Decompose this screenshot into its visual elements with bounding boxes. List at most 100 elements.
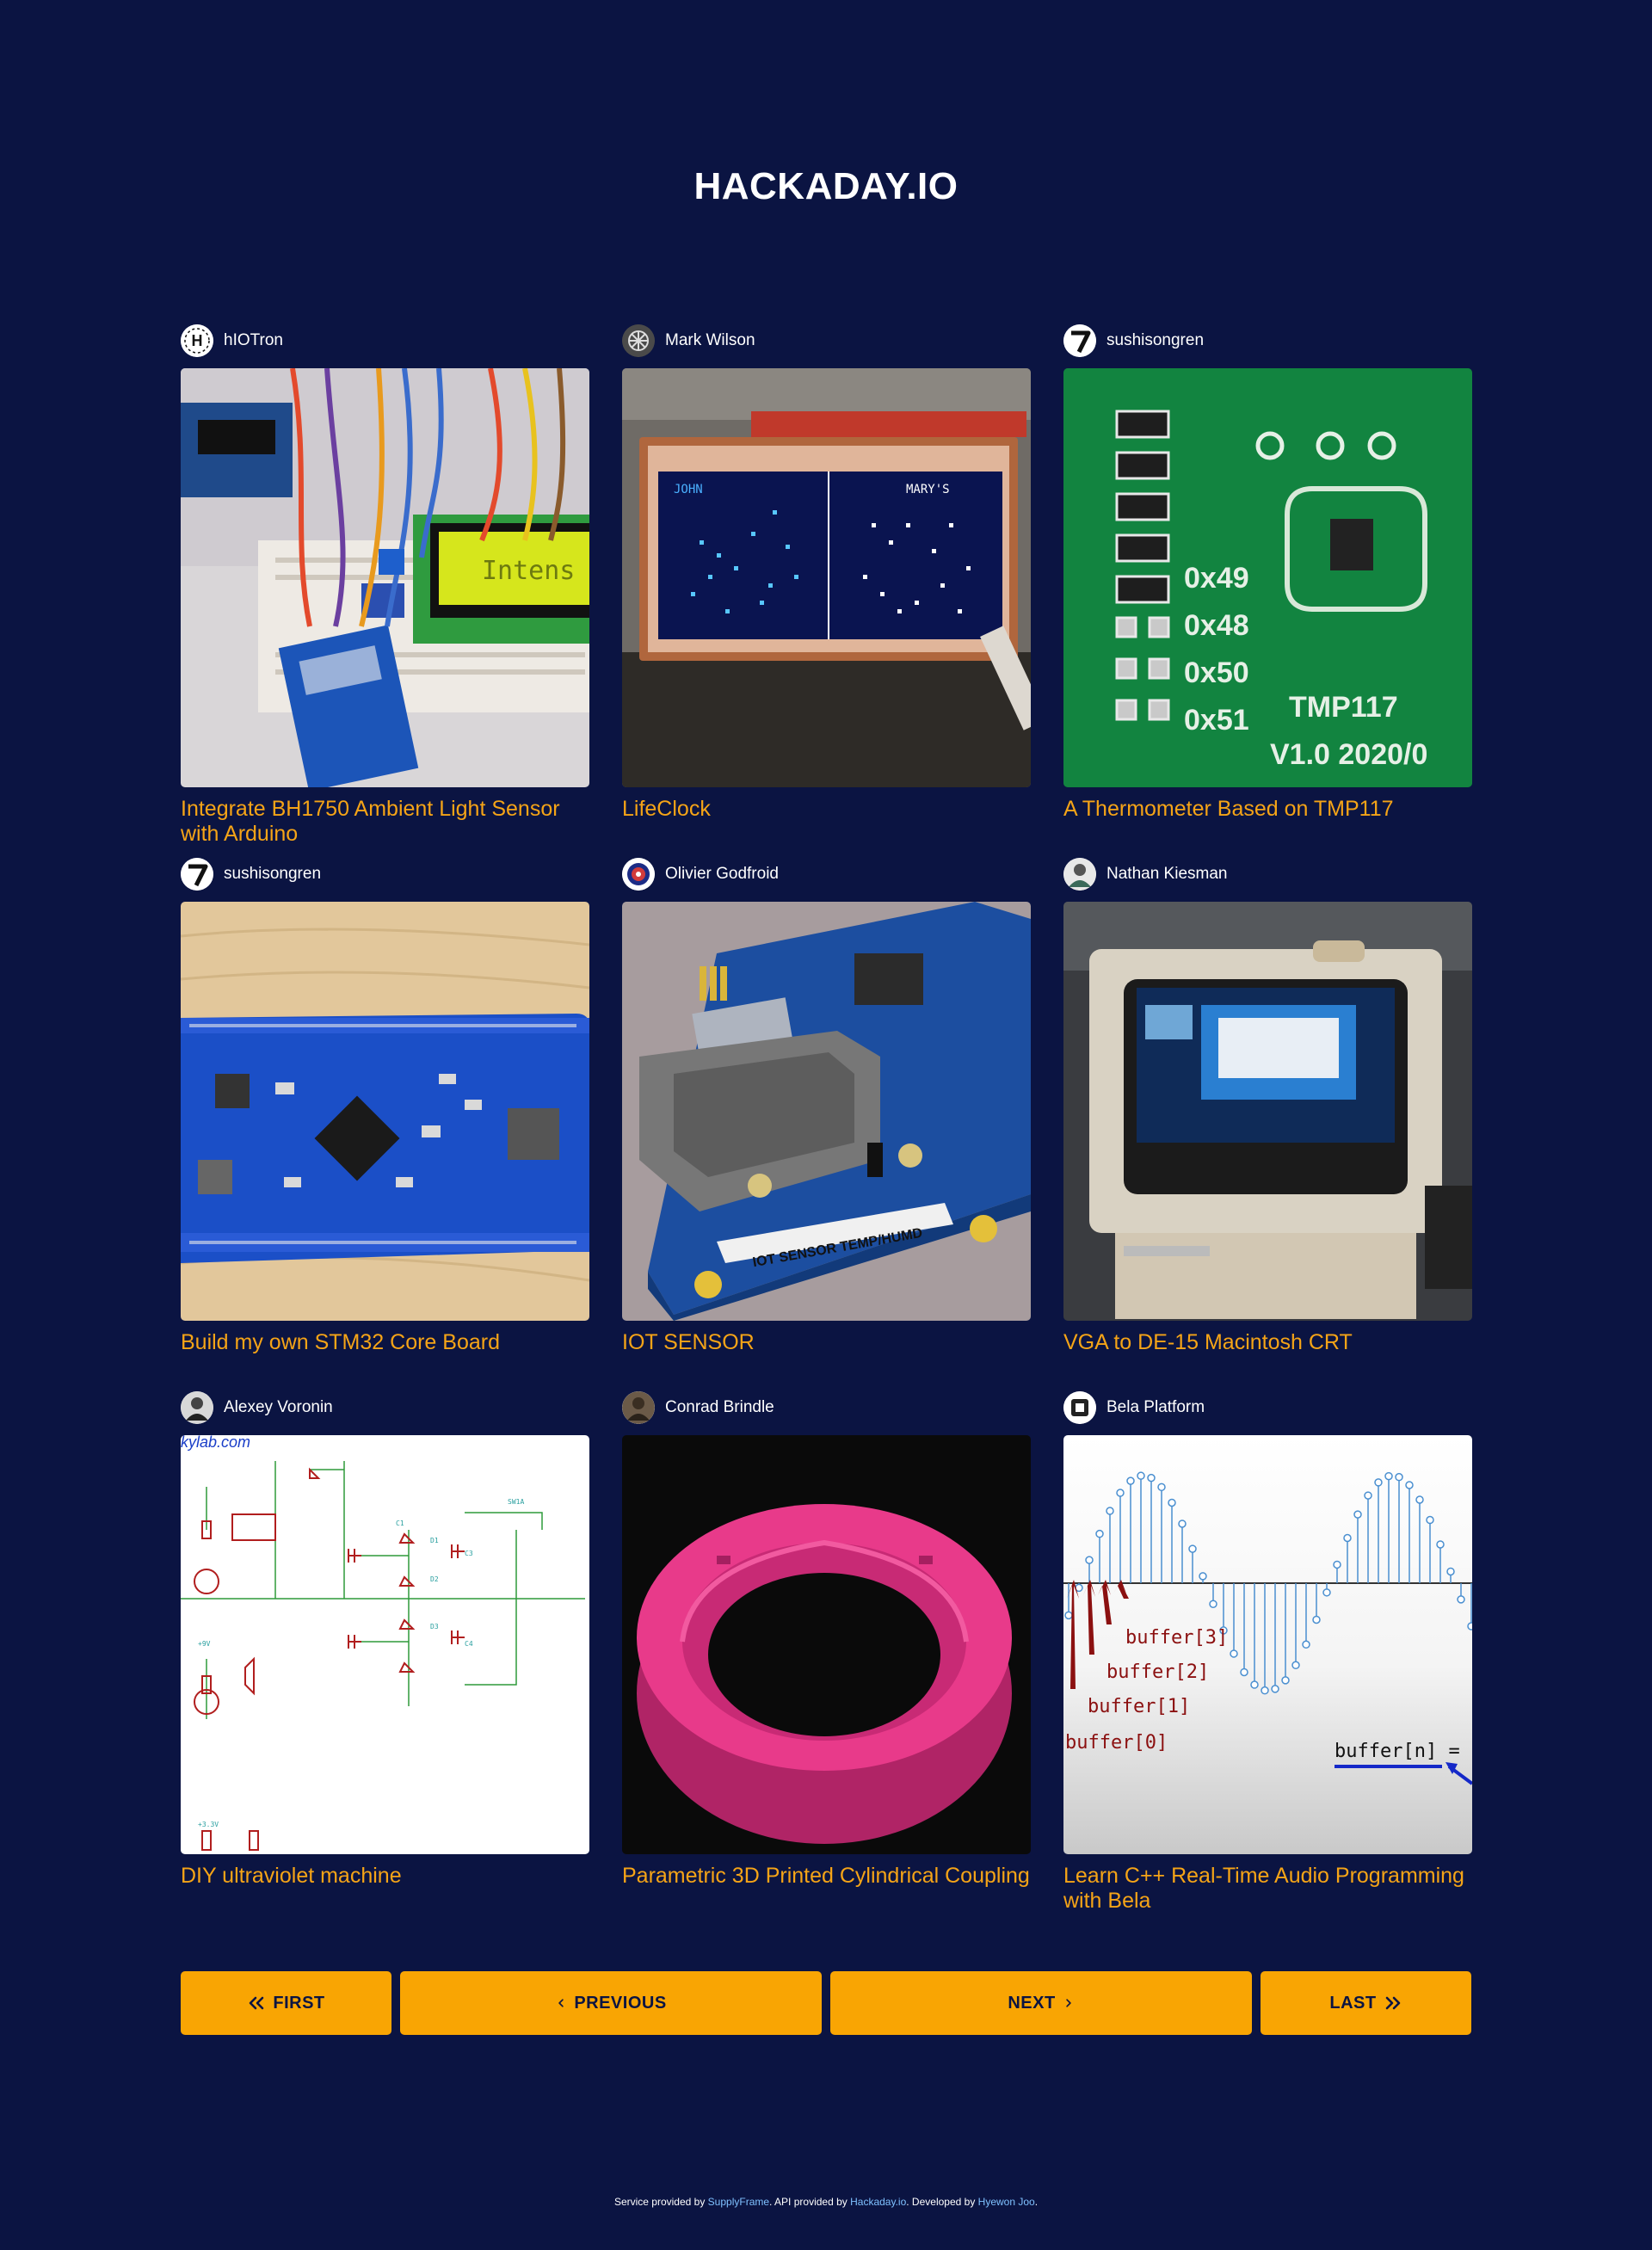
badge-avatar-icon (622, 858, 655, 891)
project-title-link[interactable]: DIY ultraviolet machine (181, 1864, 589, 1889)
project-card: Bela Platform buffer[3] buffer[2] buffer… (1063, 1390, 1472, 1924)
project-title-link[interactable]: A Thermometer Based on TMP117 (1063, 797, 1472, 822)
wave-sample-point (1457, 1595, 1465, 1604)
project-title-link[interactable]: Learn C++ Real-Time Audio Programming wi… (1063, 1864, 1472, 1914)
wave-sample-point (1230, 1649, 1238, 1658)
wave-sample-point (1467, 1622, 1472, 1630)
wave-sample-point (1261, 1686, 1269, 1695)
wave-sample-point (1147, 1473, 1156, 1483)
tmp-addr-2: 0x50 (1184, 657, 1249, 689)
developer-link[interactable]: Hyewon Joo (978, 2196, 1035, 2208)
author-name: Conrad Brindle (665, 1398, 774, 1416)
double-chevron-right-icon (1385, 1996, 1400, 2010)
svg-text:+9V: +9V (198, 1640, 211, 1648)
author-name: Bela Platform (1106, 1398, 1205, 1416)
lcd-text: Intens (482, 556, 575, 586)
previous-page-button[interactable]: PREVIOUS (400, 1971, 822, 2035)
supplyframe-link[interactable]: SupplyFrame (708, 2196, 769, 2208)
previous-label: PREVIOUS (574, 1993, 667, 2013)
project-thumbnail[interactable]: JOHN MARY'S (622, 368, 1031, 787)
h-logo-avatar-icon: H (181, 324, 213, 357)
author-row[interactable]: Mark Wilson (622, 324, 1031, 358)
footer-text: Service provided by (613, 2196, 708, 2208)
project-thumbnail[interactable] (1063, 902, 1472, 1321)
svg-text:SW1A: SW1A (508, 1498, 524, 1506)
project-card: Olivier Godfroid IOT SENSOR TEMP/HUMD IO… (622, 857, 1031, 1390)
wave-sample-point (1157, 1483, 1166, 1492)
first-label: FIRST (273, 1993, 325, 2013)
project-thumbnail[interactable]: kylab.com C1 D1 C3 D2 D3 C4 SW1A +9V +3.… (181, 1435, 589, 1854)
wave-sample-point (1405, 1481, 1414, 1489)
svg-text:C3: C3 (465, 1550, 473, 1557)
project-thumbnail[interactable]: 0x49 0x48 0x50 0x51 TMP117 V1.0 2020/0 (1063, 368, 1472, 787)
last-page-button[interactable]: LAST (1261, 1971, 1471, 2035)
wave-sample-point (1209, 1600, 1217, 1608)
person-avatar-icon (1063, 858, 1096, 891)
project-thumbnail[interactable] (181, 902, 589, 1321)
wave-sample-point (1116, 1489, 1125, 1497)
first-page-button[interactable]: FIRST (181, 1971, 391, 2035)
next-label: NEXT (1008, 1993, 1056, 2013)
project-card: Nathan Kiesman VGA to DE-15 Macintosh CR… (1063, 857, 1472, 1390)
project-thumbnail[interactable]: IOT SENSOR TEMP/HUMD (622, 902, 1031, 1321)
buffer-3-label: buffer[3] (1125, 1627, 1228, 1649)
wave-sample-point (1126, 1476, 1135, 1485)
chevron-right-icon (1065, 1999, 1071, 2007)
wave-sample-point (1384, 1471, 1393, 1481)
author-row[interactable]: sushisongren (1063, 324, 1472, 358)
svg-text:C1: C1 (396, 1520, 404, 1527)
clock-left-label: JOHN (674, 483, 703, 496)
author-row[interactable]: Bela Platform (1063, 1390, 1472, 1425)
last-label: LAST (1329, 1993, 1377, 2013)
next-page-button[interactable]: NEXT (830, 1971, 1252, 2035)
project-card: Mark Wilson JOHN MARY'S LifeClock (622, 324, 1031, 857)
wave-sample-point (1188, 1544, 1197, 1553)
project-title-link[interactable]: IOT SENSOR (622, 1330, 1031, 1355)
project-thumbnail[interactable] (622, 1435, 1031, 1854)
wave-sample-point (1064, 1611, 1073, 1620)
project-title-link[interactable]: Parametric 3D Printed Cylindrical Coupli… (622, 1864, 1031, 1889)
page-title: HACKADAY.IO (693, 165, 959, 207)
author-name: Nathan Kiesman (1106, 865, 1228, 883)
wave-sample-point (1322, 1588, 1331, 1597)
author-row[interactable]: Olivier Godfroid (622, 857, 1031, 891)
project-title-link[interactable]: VGA to DE-15 Macintosh CRT (1063, 1330, 1472, 1355)
footer: Service provided by SupplyFrame. API pro… (0, 2196, 1652, 2208)
author-row[interactable]: Alexey Voronin (181, 1390, 589, 1425)
author-row[interactable]: H hIOTron (181, 324, 589, 358)
author-row[interactable]: Nathan Kiesman (1063, 857, 1472, 891)
project-grid: H hIOTron Intens Integrate BH1750 Ambien… (181, 324, 1472, 1924)
project-title-link[interactable]: Integrate BH1750 Ambient Light Sensor wi… (181, 797, 589, 847)
svg-text:D1: D1 (430, 1537, 439, 1544)
project-thumbnail[interactable]: buffer[3] buffer[2] buffer[1] buffer[0] … (1063, 1435, 1472, 1854)
tmp-addr-1: 0x49 (1184, 562, 1249, 595)
wave-sample-point (1291, 1661, 1300, 1670)
hackaday-link[interactable]: Hackaday.io (850, 2196, 906, 2208)
double-chevron-left-icon (250, 1996, 264, 2010)
wave-sample-point (1250, 1680, 1259, 1689)
footer-text: . API provided by (769, 2196, 851, 2208)
buffer-n-label: buffer[n] = (1335, 1741, 1460, 1762)
wave-sample-point (1353, 1510, 1362, 1519)
project-thumbnail[interactable]: Intens (181, 368, 589, 787)
author-row[interactable]: sushisongren (181, 857, 589, 891)
buffer-0-label: buffer[0] (1065, 1732, 1168, 1754)
author-row[interactable]: Conrad Brindle (622, 1390, 1031, 1425)
project-card: Alexey Voronin kylab.com C1 D1 C3 D2 D3 … (181, 1390, 589, 1924)
footer-text: . (1034, 2196, 1039, 2208)
wave-sample-point (1095, 1529, 1104, 1538)
author-name: Alexey Voronin (224, 1398, 333, 1416)
wave-sample-point (1343, 1533, 1352, 1543)
svg-text:C4: C4 (465, 1640, 473, 1648)
buffer-2-label: buffer[2] (1106, 1661, 1209, 1683)
seven-avatar-icon (1063, 324, 1096, 357)
bela-avatar-icon (1063, 1391, 1096, 1424)
wave-sample-point (1446, 1567, 1455, 1576)
wave-sample-point (1302, 1640, 1310, 1649)
project-title-link[interactable]: Build my own STM32 Core Board (181, 1330, 589, 1355)
wave-sample-point (1168, 1498, 1176, 1507)
gear-avatar-icon (622, 324, 655, 357)
tmp-model: TMP117 (1289, 691, 1398, 724)
project-title-link[interactable]: LifeClock (622, 797, 1031, 822)
wave-sample-point (1364, 1491, 1372, 1500)
